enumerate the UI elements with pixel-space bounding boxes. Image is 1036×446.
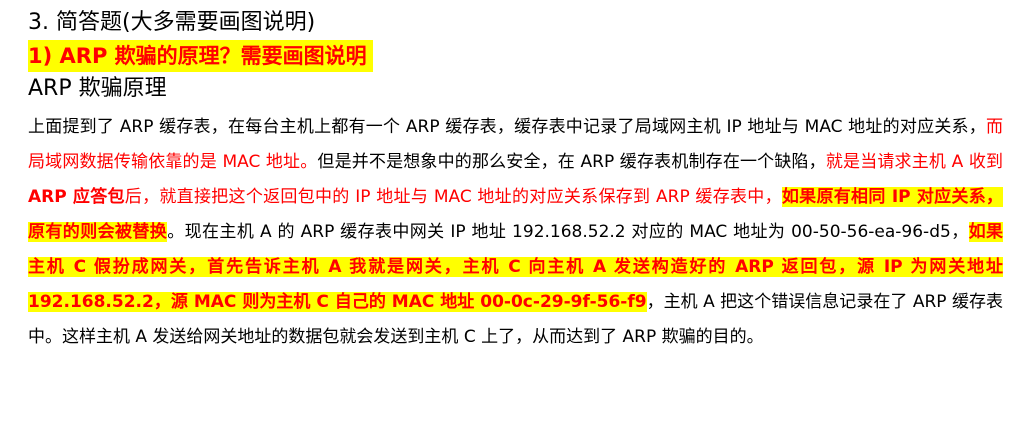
question-title: 1) ARP 欺骗的原理？需要画图说明	[28, 40, 373, 72]
subsection-title: ARP 欺骗原理	[28, 76, 167, 101]
document-page: 3. 简答题(大多需要画图说明) 1) ARP 欺骗的原理？需要画图说明 ARP…	[0, 0, 1036, 446]
body-paragraph: 上面提到了 ARP 缓存表，在每台主机上都有一个 ARP 缓存表，缓存表中记录了…	[28, 110, 1004, 355]
paragraph-text: 。现在主机 A 的 ARP 缓存表中网关 IP 地址 192.168.52.2 …	[167, 222, 969, 242]
section-heading: 3. 简答题(大多需要画图说明)	[28, 10, 316, 35]
paragraph-red-text: 就是当请求主机 A 收到	[825, 152, 1004, 172]
question-title-row: 1) ARP 欺骗的原理？需要画图说明	[28, 40, 1036, 72]
paragraph-text: 上面提到了 ARP 缓存表，在每台主机上都有一个 ARP 缓存表，缓存表中记录了…	[28, 117, 986, 137]
paragraph-bold-red-text: ARP 应答包	[28, 187, 125, 207]
paragraph-red-text: 后，就直接把这个返回包中的 IP 地址与 MAC 地址的对应关系保存到 ARP …	[124, 187, 782, 207]
paragraph-text: 但是并不是想象中的那么安全，在 ARP 缓存表机制存在一个缺陷，	[317, 152, 826, 172]
